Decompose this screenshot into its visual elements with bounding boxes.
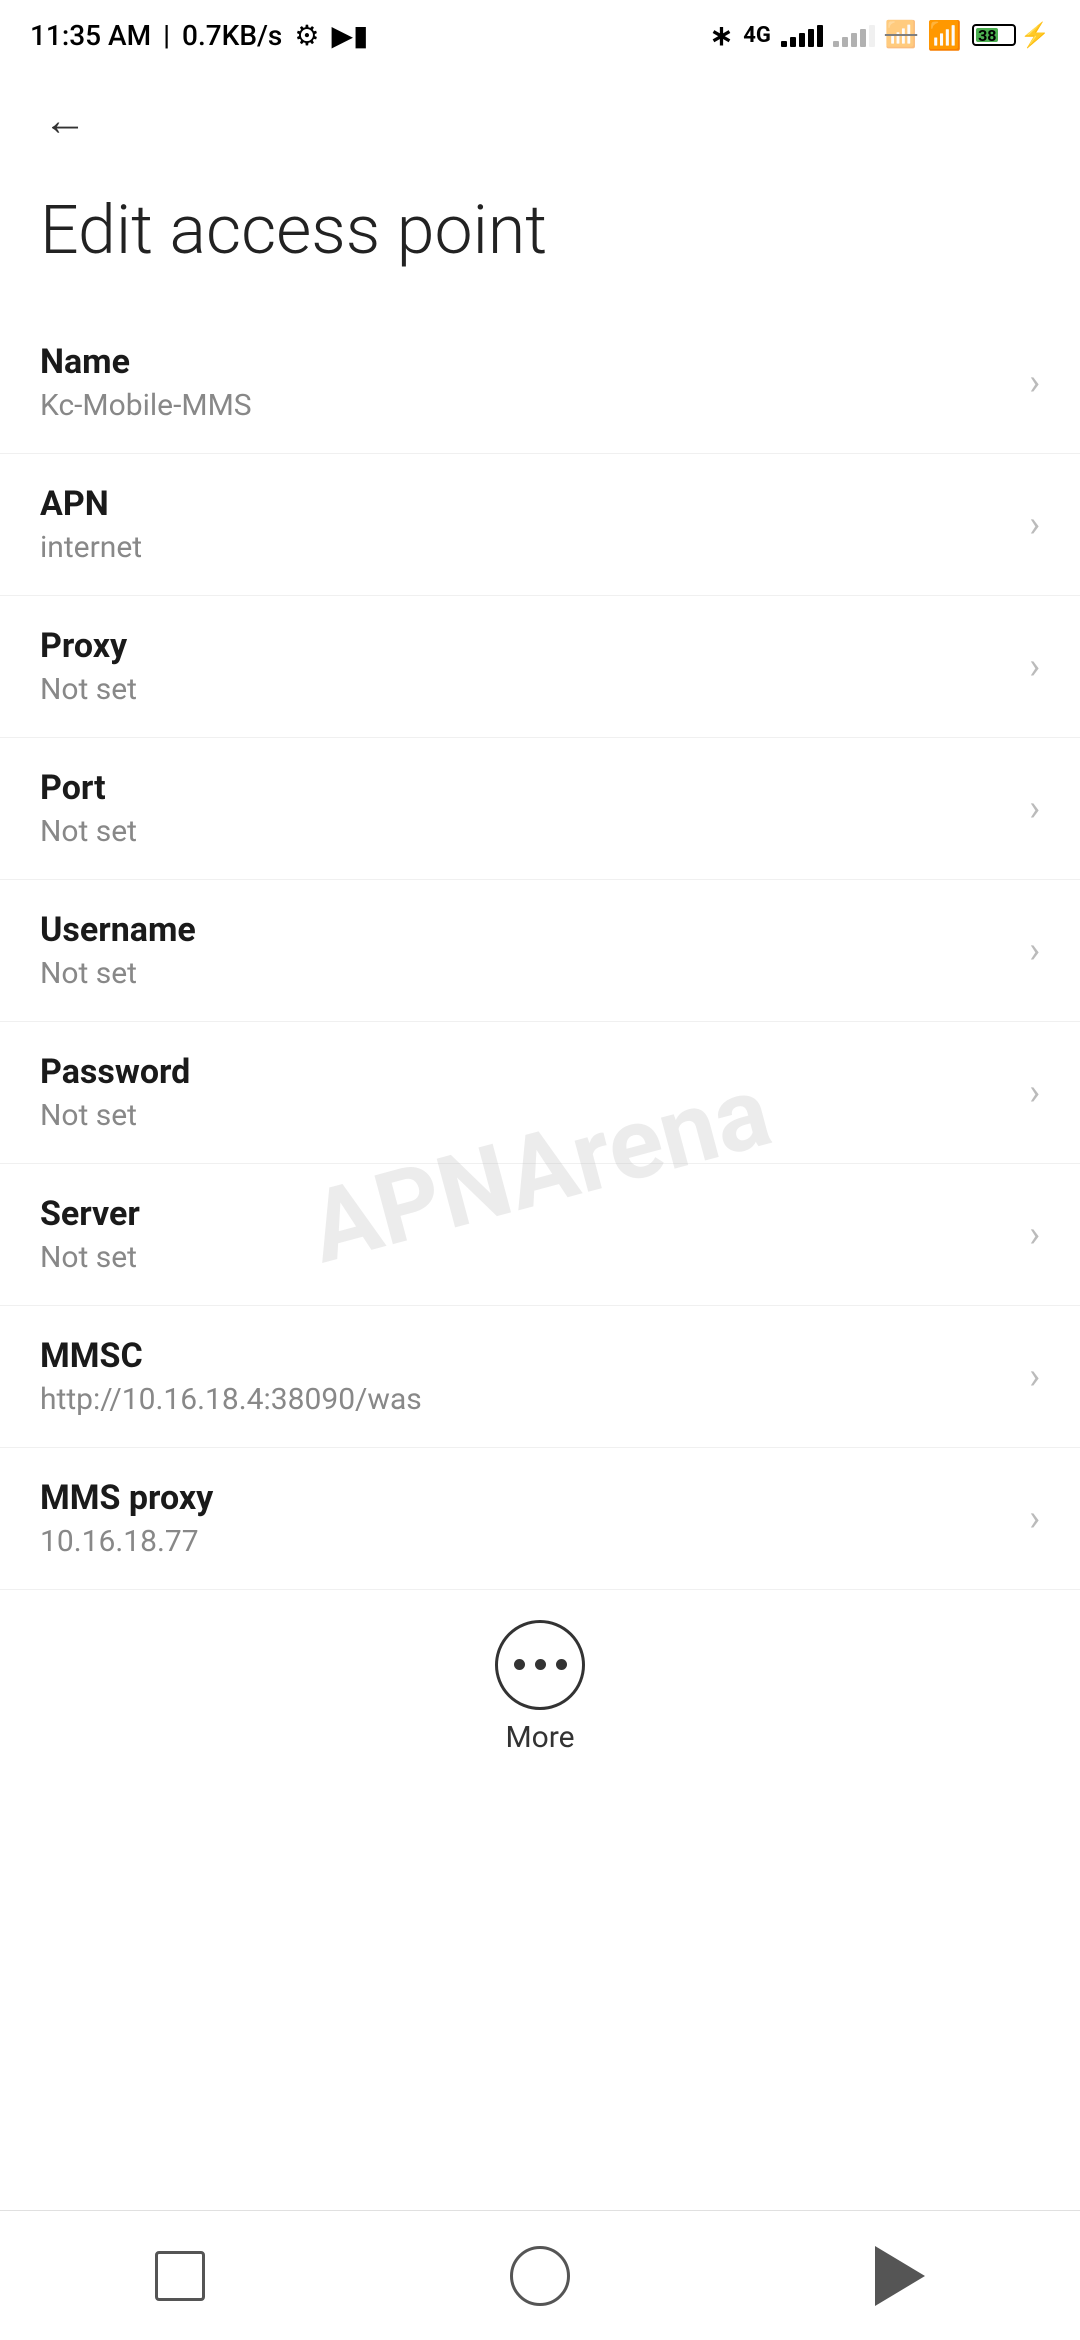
settings-icon: ⚙ xyxy=(294,19,319,52)
chevron-icon-1: › xyxy=(1029,503,1040,545)
chevron-icon-8: › xyxy=(1029,1497,1040,1539)
settings-item-label-3: Port xyxy=(40,768,1009,808)
settings-item-label-2: Proxy xyxy=(40,626,1009,666)
settings-item-value-1: internet xyxy=(40,530,1009,565)
dot-2 xyxy=(535,1659,546,1670)
recents-icon xyxy=(155,2251,205,2301)
video-icon: ▶▮ xyxy=(331,19,368,52)
chevron-icon-6: › xyxy=(1029,1213,1040,1255)
settings-item-value-4: Not set xyxy=(40,956,1009,991)
settings-item-value-6: Not set xyxy=(40,1240,1009,1275)
bottom-nav xyxy=(0,2210,1080,2340)
chevron-icon-5: › xyxy=(1029,1071,1040,1113)
settings-item-server[interactable]: Server Not set › xyxy=(0,1164,1080,1306)
chevron-icon-2: › xyxy=(1029,645,1040,687)
top-nav: ← xyxy=(0,70,1080,170)
more-label: More xyxy=(505,1720,574,1755)
settings-item-mms-proxy[interactable]: MMS proxy 10.16.18.77 › xyxy=(0,1448,1080,1590)
settings-item-username[interactable]: Username Not set › xyxy=(0,880,1080,1022)
settings-item-content-1: APN internet xyxy=(40,484,1009,565)
settings-item-content-6: Server Not set xyxy=(40,1194,1009,1275)
chevron-icon-7: › xyxy=(1029,1355,1040,1397)
settings-item-label-1: APN xyxy=(40,484,1009,524)
settings-item-value-2: Not set xyxy=(40,672,1009,707)
more-section: More xyxy=(0,1590,1080,1785)
settings-item-content-7: MMSC http://10.16.18.4:38090/was xyxy=(40,1336,1009,1417)
status-left: 11:35 AM | 0.7KB/s ⚙ ▶▮ xyxy=(30,19,368,52)
signal-bars-1 xyxy=(781,23,823,47)
settings-item-proxy[interactable]: Proxy Not set › xyxy=(0,596,1080,738)
data-speed-label: 0.7KB/s xyxy=(182,19,282,52)
time-label: 11:35 AM xyxy=(30,19,151,52)
page-title-section: Edit access point xyxy=(0,170,1080,312)
status-right: ∗ 4G 📶 📶 38 ⚡ xyxy=(710,19,1050,52)
settings-item-content-8: MMS proxy 10.16.18.77 xyxy=(40,1478,1009,1559)
settings-item-content-4: Username Not set xyxy=(40,910,1009,991)
settings-item-port[interactable]: Port Not set › xyxy=(0,738,1080,880)
dot-3 xyxy=(556,1659,567,1670)
battery-percent: 38 xyxy=(978,26,996,45)
settings-item-content-2: Proxy Not set xyxy=(40,626,1009,707)
bolt-icon: ⚡ xyxy=(1020,21,1050,49)
no-signal-icon: 📶 xyxy=(885,20,917,50)
settings-item-content-5: Password Not set xyxy=(40,1052,1009,1133)
recents-button[interactable] xyxy=(135,2231,225,2321)
settings-item-apn[interactable]: APN internet › xyxy=(0,454,1080,596)
battery-box: 38 xyxy=(972,24,1016,46)
home-button[interactable] xyxy=(495,2231,585,2321)
settings-item-value-5: Not set xyxy=(40,1098,1009,1133)
chevron-icon-4: › xyxy=(1029,929,1040,971)
back-arrow-icon: ← xyxy=(43,94,87,146)
settings-item-label-4: Username xyxy=(40,910,1009,950)
chevron-icon-0: › xyxy=(1029,361,1040,403)
settings-item-name[interactable]: Name Kc-Mobile-MMS › xyxy=(0,312,1080,454)
4g-label: 4G xyxy=(743,23,771,48)
wifi-icon: 📶 xyxy=(927,19,962,52)
battery-container: 38 ⚡ xyxy=(972,21,1050,49)
settings-item-label-0: Name xyxy=(40,342,1009,382)
settings-item-content-3: Port Not set xyxy=(40,768,1009,849)
page-title: Edit access point xyxy=(40,190,1040,272)
bluetooth-icon: ∗ xyxy=(710,19,733,52)
settings-item-value-7: http://10.16.18.4:38090/was xyxy=(40,1382,1009,1417)
more-button[interactable]: More xyxy=(495,1620,585,1755)
settings-item-label-5: Password xyxy=(40,1052,1009,1092)
settings-item-label-6: Server xyxy=(40,1194,1009,1234)
status-bar: 11:35 AM | 0.7KB/s ⚙ ▶▮ ∗ 4G 📶 📶 38 xyxy=(0,0,1080,70)
back-button[interactable]: ← xyxy=(30,85,100,155)
dot-1 xyxy=(514,1659,525,1670)
settings-list: Name Kc-Mobile-MMS › APN internet › Proxy Not s… xyxy=(0,312,1080,1590)
home-icon xyxy=(510,2246,570,2306)
settings-item-value-0: Kc-Mobile-MMS xyxy=(40,388,1009,423)
separator: | xyxy=(163,19,170,52)
back-nav-icon xyxy=(875,2246,925,2306)
signal-bars-2 xyxy=(833,23,875,47)
more-circle xyxy=(495,1620,585,1710)
settings-item-label-7: MMSC xyxy=(40,1336,1009,1376)
settings-item-label-8: MMS proxy xyxy=(40,1478,1009,1518)
settings-item-value-3: Not set xyxy=(40,814,1009,849)
settings-item-password[interactable]: Password Not set › xyxy=(0,1022,1080,1164)
settings-item-content-0: Name Kc-Mobile-MMS xyxy=(40,342,1009,423)
settings-item-value-8: 10.16.18.77 xyxy=(40,1524,1009,1559)
settings-item-mmsc[interactable]: MMSC http://10.16.18.4:38090/was › xyxy=(0,1306,1080,1448)
chevron-icon-3: › xyxy=(1029,787,1040,829)
more-dots xyxy=(514,1659,567,1670)
back-nav-button[interactable] xyxy=(855,2231,945,2321)
